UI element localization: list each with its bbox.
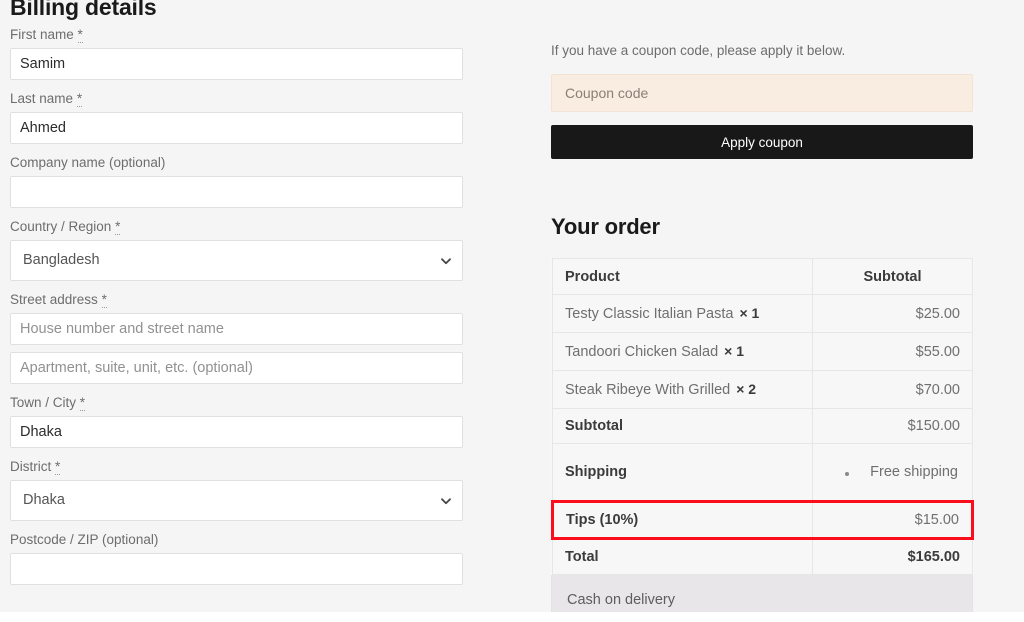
order-summary-table: Product Subtotal Testy Classic Italian P… (551, 258, 974, 575)
coupon-code-input[interactable] (551, 74, 973, 112)
shipping-option-label: Free shipping (870, 464, 958, 480)
shipping-label: Shipping (552, 443, 813, 502)
payment-methods-box: Cash on delivery (551, 575, 973, 612)
order-item-qty: × 1 (739, 305, 760, 321)
shipping-row: Shipping Free shipping (552, 443, 973, 502)
label-first-name-text: First name (10, 27, 74, 42)
shipping-options-cell: Free shipping (812, 443, 973, 502)
field-district: District * Dhaka (10, 455, 463, 521)
order-item-qty: × 1 (724, 343, 745, 359)
table-row: Testy Classic Italian Pasta × 1 $25.00 (552, 294, 973, 333)
chevron-down-icon (441, 497, 451, 504)
postcode-zip-input[interactable] (10, 553, 463, 585)
required-marker-icon: * (79, 395, 86, 411)
label-last-name: Last name * (10, 87, 463, 112)
label-first-name: First name * (10, 23, 463, 48)
column-header-subtotal: Subtotal (812, 258, 973, 295)
bullet-icon (845, 472, 849, 476)
order-item-name-cell: Testy Classic Italian Pasta × 1 (552, 294, 813, 333)
table-header-row: Product Subtotal (552, 258, 973, 295)
label-town-city: Town / City * (10, 391, 463, 416)
tips-label: Tips (10%) (551, 500, 813, 540)
subtotal-amount: $150.00 (812, 408, 973, 444)
required-marker-icon: * (77, 27, 83, 43)
field-town-city: Town / City * (10, 391, 463, 448)
order-title: Your order (551, 214, 660, 239)
subtotal-label: Subtotal (552, 408, 813, 444)
order-review-section: If you have a coupon code, please apply … (551, 0, 974, 612)
first-name-input[interactable] (10, 48, 463, 80)
company-name-input[interactable] (10, 176, 463, 208)
field-postcode-zip: Postcode / ZIP (optional) (10, 528, 463, 585)
label-country-region: Country / Region * (10, 215, 463, 240)
district-select[interactable]: Dhaka (10, 480, 463, 521)
label-postcode-zip: Postcode / ZIP (optional) (10, 532, 159, 547)
street-address-line2-input[interactable] (10, 352, 463, 384)
payment-method-cash-on-delivery[interactable]: Cash on delivery (567, 592, 675, 608)
order-item-name: Steak Ribeye With Grilled (565, 382, 731, 398)
table-row: Tandoori Chicken Salad × 1 $55.00 (552, 332, 973, 371)
order-item-name: Tandoori Chicken Salad (565, 344, 719, 360)
order-item-name: Testy Classic Italian Pasta (565, 306, 734, 322)
required-marker-icon: * (101, 292, 107, 308)
last-name-input[interactable] (10, 112, 463, 144)
coupon-note: If you have a coupon code, please apply … (551, 43, 846, 58)
country-region-select[interactable]: Bangladesh (10, 240, 463, 281)
order-item-amount: $55.00 (812, 332, 973, 371)
column-header-product: Product (552, 258, 813, 295)
label-district: District * (10, 455, 463, 480)
label-company-name: Company name (optional) (10, 155, 166, 170)
field-first-name: First name * (10, 23, 463, 80)
order-item-name-cell: Steak Ribeye With Grilled × 2 (552, 370, 813, 409)
field-last-name: Last name * (10, 87, 463, 144)
street-address-input[interactable] (10, 313, 463, 345)
tips-amount: $15.00 (812, 500, 974, 540)
billing-details-section: Billing details First name * Last name *… (10, 0, 463, 592)
total-row: Total $165.00 (552, 538, 973, 575)
country-region-value: Bangladesh (23, 252, 100, 268)
table-row: Steak Ribeye With Grilled × 2 $70.00 (552, 370, 973, 409)
label-country-region-text: Country / Region (10, 219, 112, 234)
chevron-down-icon (441, 257, 451, 264)
order-item-amount: $25.00 (812, 294, 973, 333)
label-street-address-text: Street address (10, 292, 98, 307)
label-town-city-text: Town / City (10, 395, 77, 410)
field-country-region: Country / Region * Bangladesh (10, 215, 463, 281)
label-street-address: Street address * (10, 288, 463, 313)
apply-coupon-button[interactable]: Apply coupon (551, 125, 973, 159)
order-item-qty: × 2 (736, 381, 757, 397)
page-title: Billing details (10, 0, 157, 20)
label-last-name-text: Last name (10, 91, 74, 106)
tips-row: Tips (10%) $15.00 (551, 500, 974, 540)
shipping-option-list: Free shipping (825, 464, 960, 480)
total-label: Total (552, 538, 813, 575)
field-street-address: Street address * (10, 288, 463, 384)
town-city-input[interactable] (10, 416, 463, 448)
required-marker-icon: * (55, 459, 61, 475)
field-company-name: Company name (optional) (10, 151, 463, 208)
shipping-option-free[interactable]: Free shipping (825, 464, 960, 480)
subtotal-row: Subtotal $150.00 (552, 408, 973, 444)
district-value: Dhaka (23, 492, 65, 508)
label-district-text: District (10, 459, 52, 474)
required-marker-icon: * (115, 219, 121, 235)
order-item-amount: $70.00 (812, 370, 973, 409)
total-amount: $165.00 (812, 538, 973, 575)
checkout-page: Billing details First name * Last name *… (0, 0, 1024, 612)
order-item-name-cell: Tandoori Chicken Salad × 1 (552, 332, 813, 371)
required-marker-icon: * (76, 91, 83, 107)
